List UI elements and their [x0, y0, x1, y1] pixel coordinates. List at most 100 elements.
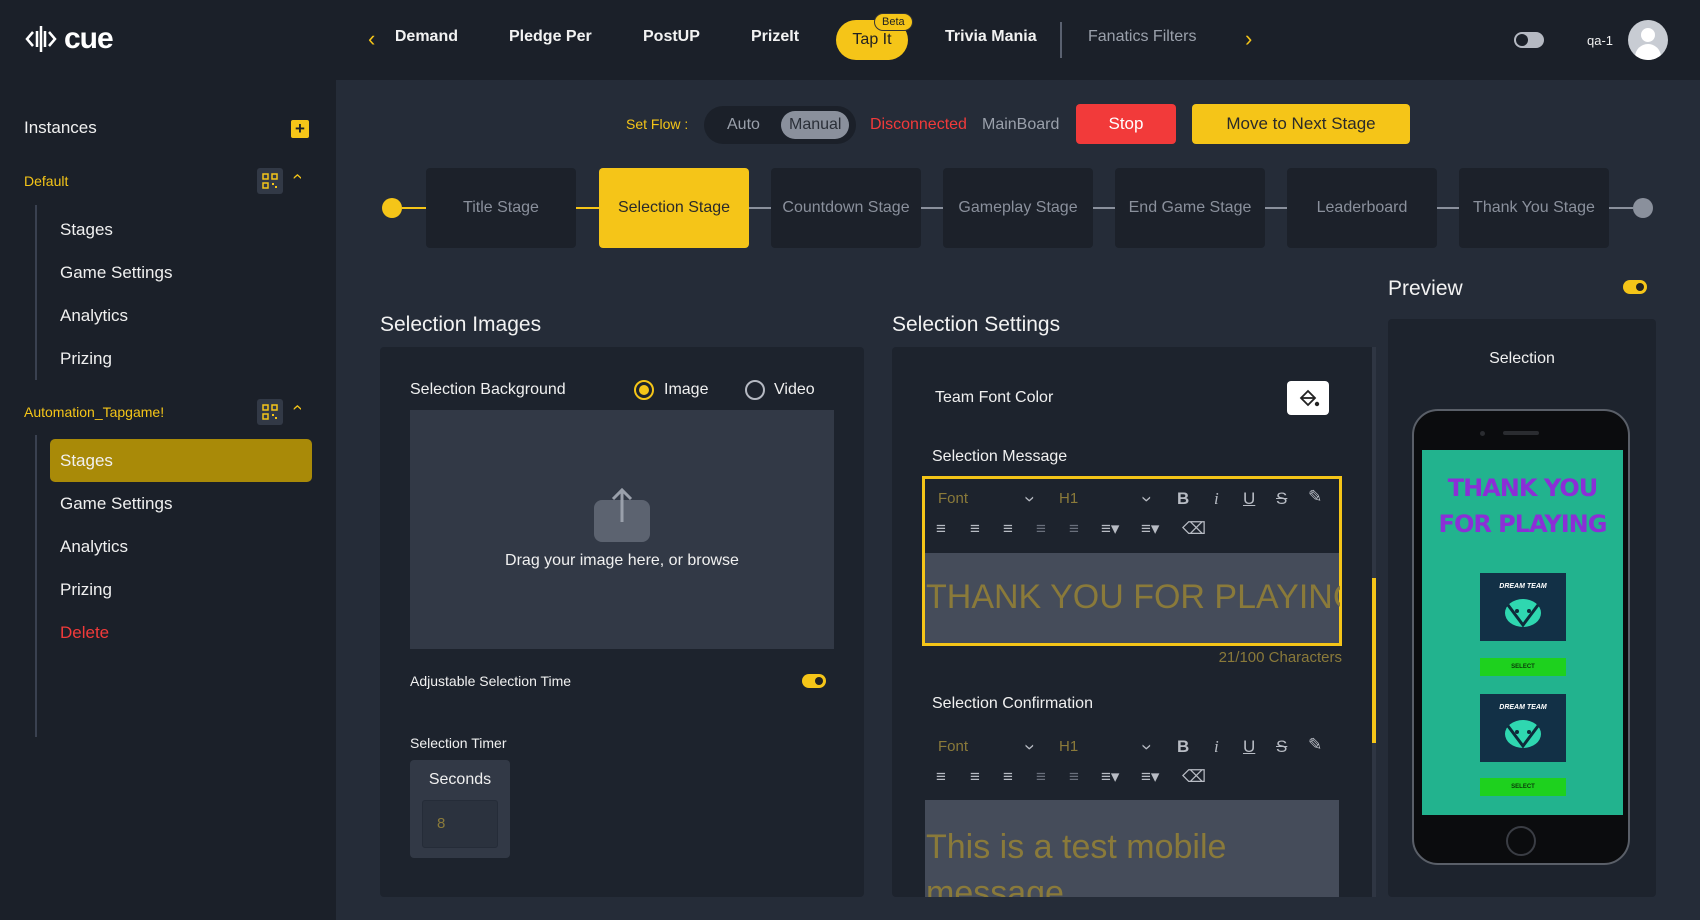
- cue-logo[interactable]: cue: [24, 22, 114, 56]
- align-center-icon[interactable]: ≡: [970, 519, 980, 539]
- stepper-start-dot: [382, 198, 402, 218]
- chevron-down-icon[interactable]: ›: [1018, 496, 1040, 502]
- sidebar-item-analytics[interactable]: Analytics: [60, 537, 128, 557]
- underline-icon[interactable]: U: [1243, 737, 1255, 757]
- selection-message-label: Selection Message: [932, 448, 1068, 465]
- chevron-down-icon[interactable]: ›: [1135, 496, 1157, 502]
- nav-item-trivia-mania[interactable]: Trivia Mania: [945, 28, 1037, 46]
- sidebar-item-stages[interactable]: Stages: [60, 220, 113, 240]
- bold-icon[interactable]: B: [1177, 489, 1189, 509]
- sidebar-item-game-settings[interactable]: Game Settings: [60, 263, 172, 283]
- connection-status: Disconnected: [870, 116, 967, 133]
- italic-icon[interactable]: i: [1214, 489, 1219, 509]
- qr-code-icon[interactable]: [257, 168, 283, 194]
- nav-item-pledge-per[interactable]: Pledge Per: [509, 28, 592, 46]
- heading-select[interactable]: H1: [1059, 490, 1078, 507]
- sidebar-item-prizing[interactable]: Prizing: [60, 580, 112, 600]
- bullet-list-icon[interactable]: ≡▾: [1141, 519, 1159, 539]
- align-right-icon[interactable]: ≡: [1003, 767, 1013, 787]
- chevron-up-icon[interactable]: ›: [287, 174, 308, 180]
- nav-item-prizeit[interactable]: PrizeIt: [751, 28, 799, 46]
- stage-thank-you[interactable]: Thank You Stage: [1459, 168, 1609, 248]
- video-radio[interactable]: [745, 380, 765, 400]
- nav-item-demand[interactable]: Demand: [396, 28, 458, 46]
- font-select[interactable]: Font: [938, 738, 968, 755]
- preview-screen-title: Selection: [1489, 350, 1555, 367]
- seconds-input[interactable]: 8: [422, 800, 498, 848]
- chevron-down-icon[interactable]: ›: [1018, 744, 1040, 750]
- strikethrough-icon[interactable]: S: [1276, 489, 1287, 509]
- sidebar: Instances + Default › Stages Game Settin…: [0, 80, 336, 920]
- highlight-icon[interactable]: ✎: [1308, 735, 1322, 755]
- user-avatar-icon[interactable]: [1628, 20, 1668, 60]
- font-select[interactable]: Font: [938, 490, 968, 507]
- stage-selection[interactable]: Selection Stage: [599, 168, 749, 248]
- stop-button[interactable]: Stop: [1076, 104, 1176, 144]
- sidebar-item-game-settings[interactable]: Game Settings: [60, 494, 172, 514]
- heading-select[interactable]: H1: [1059, 738, 1078, 755]
- outdent-icon[interactable]: ≡: [1036, 519, 1046, 539]
- preview-toggle[interactable]: [1623, 280, 1647, 294]
- group-automation-label[interactable]: Automation_Tapgame!: [24, 404, 164, 420]
- clear-format-icon[interactable]: ⌫: [1182, 519, 1206, 539]
- sidebar-item-delete[interactable]: Delete: [60, 623, 109, 643]
- video-radio-label[interactable]: Video: [774, 381, 815, 399]
- character-count: 21/100 Characters: [1218, 649, 1342, 666]
- clear-format-icon[interactable]: ⌫: [1182, 767, 1206, 787]
- stepper-connector: [1437, 207, 1459, 209]
- stage-countdown[interactable]: Countdown Stage: [771, 168, 921, 248]
- settings-scrollbar-thumb[interactable]: [1372, 578, 1376, 743]
- nav-item-postup[interactable]: PostUP: [643, 28, 700, 46]
- user-name[interactable]: qa-1: [1587, 33, 1613, 48]
- add-instance-button[interactable]: +: [291, 120, 309, 138]
- selection-confirmation-content[interactable]: This is a test mobile message: [925, 800, 1339, 897]
- ordered-list-icon[interactable]: ≡▾: [1101, 519, 1119, 539]
- strikethrough-icon[interactable]: S: [1276, 737, 1287, 757]
- sidebar-item-analytics[interactable]: Analytics: [60, 306, 128, 326]
- indent-icon[interactable]: ≡: [1069, 767, 1079, 787]
- theme-toggle-icon[interactable]: [1514, 32, 1544, 48]
- align-left-icon[interactable]: ≡: [936, 767, 946, 787]
- team-logo-image: DREAM TEAM: [1480, 694, 1566, 762]
- selection-message-text: THANK YOU FOR PLAYING: [926, 578, 1340, 616]
- align-center-icon[interactable]: ≡: [970, 767, 980, 787]
- select-button[interactable]: SELECT: [1480, 658, 1566, 676]
- adjustable-time-toggle[interactable]: [802, 674, 826, 688]
- italic-icon[interactable]: i: [1214, 737, 1219, 757]
- outdent-icon[interactable]: ≡: [1036, 767, 1046, 787]
- align-right-icon[interactable]: ≡: [1003, 519, 1013, 539]
- stage-title[interactable]: Title Stage: [426, 168, 576, 248]
- phone-speaker: [1503, 431, 1539, 435]
- bullet-list-icon[interactable]: ≡▾: [1141, 767, 1159, 787]
- selection-images-title: Selection Images: [380, 313, 542, 336]
- chevron-left-icon[interactable]: ‹: [368, 28, 375, 50]
- sidebar-item-stages-active[interactable]: Stages: [60, 451, 113, 471]
- underline-icon[interactable]: U: [1243, 489, 1255, 509]
- chevron-up-icon[interactable]: ›: [287, 405, 308, 411]
- flow-manual-option[interactable]: Manual: [781, 111, 850, 139]
- chevron-right-icon[interactable]: ›: [1245, 28, 1252, 50]
- nav-item-fanatics-filters[interactable]: Fanatics Filters: [1088, 28, 1196, 46]
- selection-background-label: Selection Background: [410, 381, 566, 398]
- chevron-down-icon[interactable]: ›: [1135, 744, 1157, 750]
- top-bar: cue ‹ Demand Pledge Per PostUP PrizeIt T…: [0, 0, 1700, 80]
- image-radio-label[interactable]: Image: [664, 381, 708, 399]
- select-button[interactable]: SELECT: [1480, 778, 1566, 796]
- flow-auto-option[interactable]: Auto: [727, 116, 760, 134]
- ordered-list-icon[interactable]: ≡▾: [1101, 767, 1119, 787]
- stepper-connector: [1265, 207, 1287, 209]
- bold-icon[interactable]: B: [1177, 737, 1189, 757]
- stage-leaderboard[interactable]: Leaderboard: [1287, 168, 1437, 248]
- indent-icon[interactable]: ≡: [1069, 519, 1079, 539]
- align-left-icon[interactable]: ≡: [936, 519, 946, 539]
- board-name: MainBoard: [982, 116, 1060, 133]
- move-next-stage-button[interactable]: Move to Next Stage: [1192, 104, 1410, 144]
- highlight-icon[interactable]: ✎: [1308, 487, 1322, 507]
- stage-gameplay[interactable]: Gameplay Stage: [943, 168, 1093, 248]
- sidebar-item-prizing[interactable]: Prizing: [60, 349, 112, 369]
- stage-end-game[interactable]: End Game Stage: [1115, 168, 1265, 248]
- qr-code-icon[interactable]: [257, 399, 283, 425]
- group-default-label[interactable]: Default: [24, 173, 68, 189]
- color-picker-button[interactable]: [1287, 381, 1329, 415]
- image-radio[interactable]: [634, 380, 654, 400]
